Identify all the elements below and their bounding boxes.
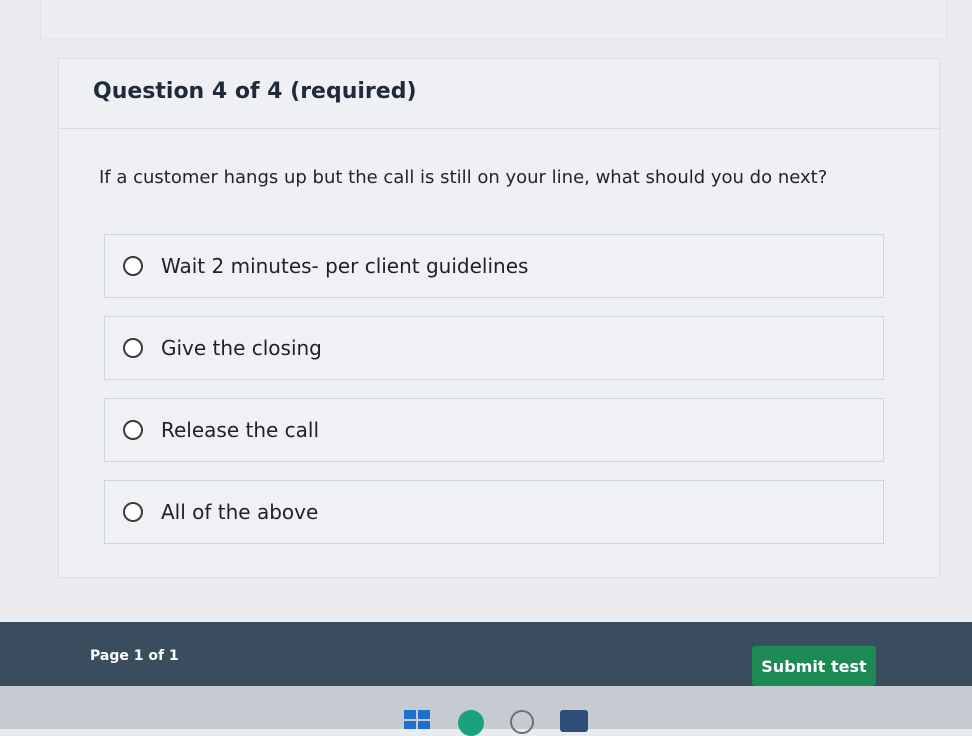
question-title: Question 4 of 4 (required) xyxy=(93,79,417,104)
previous-question-card-edge xyxy=(40,0,947,39)
submit-test-button[interactable]: Submit test xyxy=(752,646,876,686)
windows-start-icon[interactable] xyxy=(404,710,430,729)
radio-button[interactable] xyxy=(123,256,143,276)
answer-option-label: Give the closing xyxy=(161,336,322,360)
search-icon[interactable] xyxy=(510,710,534,734)
footer-bar: Page 1 of 1 Submit test xyxy=(0,622,972,686)
answer-option-1[interactable]: Wait 2 minutes- per client guidelines xyxy=(104,234,884,298)
answer-option-label: Release the call xyxy=(161,418,320,442)
taskbar xyxy=(0,686,972,736)
question-text: If a customer hangs up but the call is s… xyxy=(99,167,828,188)
radio-button[interactable] xyxy=(123,338,143,358)
answer-option-4[interactable]: All of the above xyxy=(104,480,884,544)
page-indicator: Page 1 of 1 xyxy=(90,648,179,664)
edge-browser-icon[interactable] xyxy=(458,710,484,736)
question-header: Question 4 of 4 (required) xyxy=(59,59,939,129)
answer-option-2[interactable]: Give the closing xyxy=(104,316,884,380)
answer-option-label: All of the above xyxy=(161,500,319,524)
question-card: Question 4 of 4 (required) If a customer… xyxy=(58,58,940,578)
answer-option-3[interactable]: Release the call xyxy=(104,398,884,462)
answer-option-label: Wait 2 minutes- per client guidelines xyxy=(161,254,529,278)
radio-button[interactable] xyxy=(123,420,143,440)
radio-button[interactable] xyxy=(123,502,143,522)
